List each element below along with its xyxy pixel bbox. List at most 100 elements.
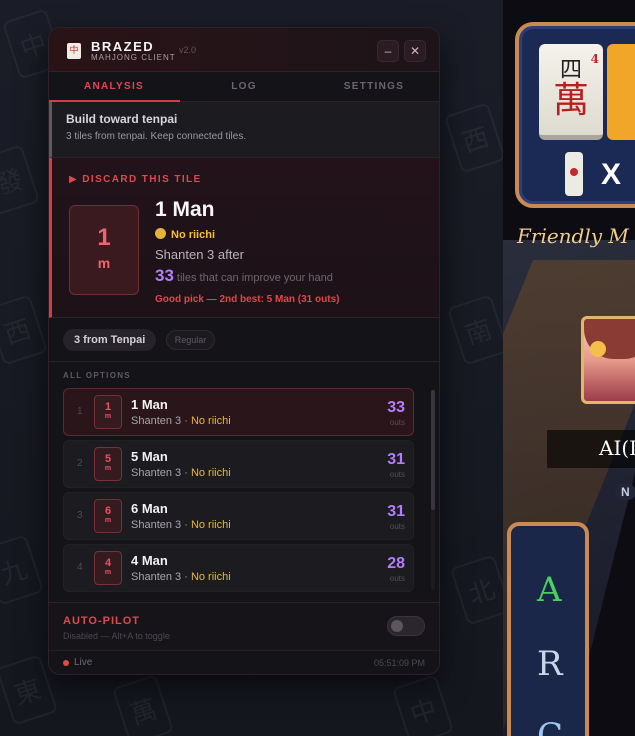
discard-recommendation: ▶ DISCARD THIS TILE 1 m 1 Man No riichi … <box>49 158 439 318</box>
hand-type-chip: Regular <box>165 330 216 350</box>
titlebar[interactable]: 中 BRAZED MAHJONG CLIENT v2.0 – ✕ <box>49 28 439 72</box>
avatar-bell <box>590 341 606 357</box>
scrollbar-thumb[interactable] <box>431 390 435 510</box>
bg-tile: 萬 <box>111 674 175 736</box>
option-index: 3 <box>77 510 83 521</box>
riichi-label: No riichi <box>171 229 216 241</box>
option-outs-label: outs <box>389 522 405 531</box>
option-tile: 1m <box>94 395 122 429</box>
bg-tile: 中 <box>391 674 455 736</box>
bg-tile: 北 <box>449 554 503 626</box>
option-tile-suit: m <box>104 569 112 576</box>
tab-log[interactable]: LOG <box>179 72 309 101</box>
option-tile-suit: m <box>104 517 112 524</box>
status-bar: Live 05:51:09 PM <box>49 650 439 674</box>
option-shanten-label: Shanten 3 · <box>131 519 191 531</box>
status-time: 05:51:09 PM <box>373 658 425 668</box>
bg-tile: 西 <box>443 102 503 174</box>
option-row[interactable]: 1 1m 1 Man Shanten 3 · No riichi 33 outs <box>63 388 414 436</box>
small-tile[interactable] <box>565 152 583 196</box>
assistant-window: 中 BRAZED MAHJONG CLIENT v2.0 – ✕ ANALYSI… <box>48 27 440 675</box>
outs-text: tiles that can improve your hand <box>176 272 333 284</box>
option-tile-number: 1 <box>104 401 112 413</box>
coin-icon <box>155 228 166 239</box>
game-area: 4 四 萬 X Friendly M AI(I N A R C <box>503 0 635 736</box>
strategy-advice: Build toward tenpai 3 tiles from tenpai.… <box>49 102 439 158</box>
tile-number: 1 <box>97 224 111 251</box>
option-name: 4 Man <box>131 553 168 568</box>
bg-tile: 九 <box>0 534 45 606</box>
tile-suit: m <box>97 255 111 271</box>
riichi-status: No riichi <box>155 228 215 241</box>
option-tile: 6m <box>94 499 122 533</box>
recommended-tile[interactable]: 1 m <box>69 205 139 295</box>
tab-analysis[interactable]: ANALYSIS <box>49 72 179 101</box>
hand-panel: 4 四 萬 X <box>515 22 635 208</box>
options-scrollbar[interactable] <box>431 390 435 590</box>
option-riichi: No riichi <box>190 571 231 583</box>
option-tile-suit: m <box>104 465 112 472</box>
x-mark: X <box>601 158 622 191</box>
option-shanten-label: Shanten 3 · <box>131 571 191 583</box>
autopilot-toggle[interactable] <box>387 616 425 636</box>
arc-panel: A R C <box>507 522 589 736</box>
tile-name: 1 Man <box>155 198 215 221</box>
option-outs-label: outs <box>389 574 405 583</box>
mahjong-logo-icon: 中 <box>67 43 81 59</box>
option-outs-label: outs <box>389 470 405 479</box>
option-outs: 31 <box>387 503 405 520</box>
bg-tile: 南 <box>446 294 503 366</box>
option-tile-number: 4 <box>104 557 112 569</box>
option-tile-number: 5 <box>104 453 112 465</box>
mahjong-tile[interactable]: 4 四 萬 <box>539 44 603 140</box>
tenpai-distance-chip: 3 from Tenpai <box>63 329 157 351</box>
tile-superscript: 4 <box>590 52 599 66</box>
option-index: 2 <box>77 458 83 469</box>
arc-letter: A <box>537 570 562 610</box>
option-shanten: Shanten 3 · No riichi <box>131 467 231 479</box>
nav-label[interactable]: N <box>615 484 635 500</box>
opponent-avatar[interactable] <box>581 316 635 404</box>
option-outs: 33 <box>387 399 405 416</box>
outs-summary: 33 tiles that can improve your hand <box>155 266 333 286</box>
bg-tile: 發 <box>0 144 41 216</box>
option-outs: 28 <box>387 555 405 572</box>
option-riichi: No riichi <box>190 415 231 427</box>
app-subtitle: MAHJONG CLIENT <box>91 53 176 62</box>
advice-subtitle: 3 tiles from tenpai. Keep connected tile… <box>66 131 247 142</box>
option-riichi: No riichi <box>190 519 231 531</box>
autopilot-section: AUTO-PILOT Disabled — Alt+A to toggle <box>49 602 439 650</box>
live-label: Live <box>74 657 93 668</box>
active-tab-indicator <box>49 100 180 102</box>
option-tile-number: 6 <box>104 505 112 517</box>
tile-back[interactable] <box>607 44 635 140</box>
option-row[interactable]: 4 4m 4 Man Shanten 3 · No riichi 28 outs <box>63 544 414 592</box>
options-list: 1 1m 1 Man Shanten 3 · No riichi 33 outs… <box>49 384 439 594</box>
option-shanten: Shanten 3 · No riichi <box>131 415 231 427</box>
option-shanten: Shanten 3 · No riichi <box>131 571 231 583</box>
autopilot-title: AUTO-PILOT <box>63 615 141 627</box>
tab-settings[interactable]: SETTINGS <box>309 72 439 101</box>
bg-tile: 西 <box>0 294 49 366</box>
game-banner: Friendly M <box>517 224 629 248</box>
shanten-after: Shanten 3 after <box>155 247 244 262</box>
option-row[interactable]: 3 6m 6 Man Shanten 3 · No riichi 31 outs <box>63 492 414 540</box>
tab-bar: ANALYSIS LOG SETTINGS <box>49 72 439 102</box>
outs-count: 33 <box>155 266 174 285</box>
discard-heading: ▶ DISCARD THIS TILE <box>69 174 202 185</box>
options-header: ALL OPTIONS <box>63 371 131 380</box>
option-shanten-label: Shanten 3 · <box>131 467 191 479</box>
pick-note: Good pick — 2nd best: 5 Man (31 outs) <box>155 294 340 305</box>
option-name: 6 Man <box>131 501 168 516</box>
minimize-button[interactable]: – <box>377 40 399 62</box>
option-outs: 31 <box>387 451 405 468</box>
arc-letter: C <box>537 716 564 736</box>
option-name: 5 Man <box>131 449 168 464</box>
option-riichi: No riichi <box>190 467 231 479</box>
close-button[interactable]: ✕ <box>404 40 426 62</box>
hand-status-chips: 3 from Tenpai Regular <box>49 318 439 362</box>
autopilot-subtitle: Disabled — Alt+A to toggle <box>63 631 170 641</box>
option-tile: 5m <box>94 447 122 481</box>
option-tile: 4m <box>94 551 122 585</box>
option-row[interactable]: 2 5m 5 Man Shanten 3 · No riichi 31 outs <box>63 440 414 488</box>
